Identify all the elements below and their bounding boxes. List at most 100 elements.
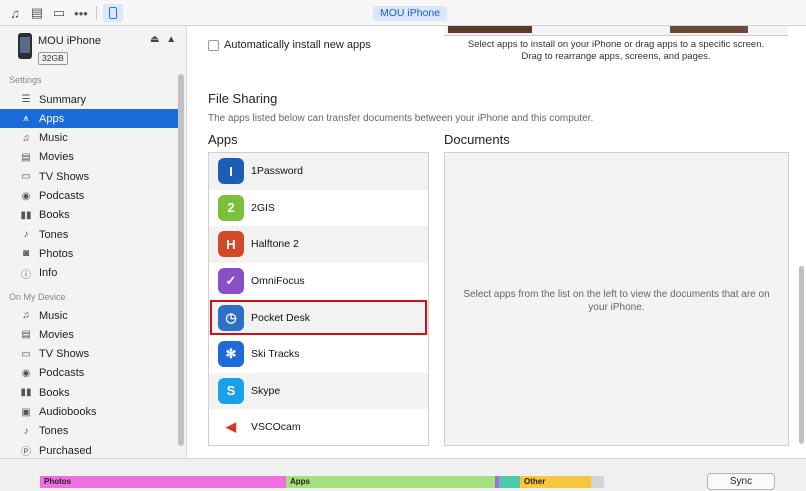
sidebar-item-photos[interactable]: ◙ Photos [0,244,178,263]
device-item-tv-shows[interactable]: ▭ TV Shows [0,345,178,364]
media-type-buttons: ♫ ▤ ▭ ••• [6,4,123,22]
bell-icon: ♪ [23,425,29,437]
storage-segment: Photos [40,476,286,488]
storage-bar: Photos Apps Other [40,476,604,488]
footer: Photos Apps Other Sync [0,458,806,491]
apps-column-header: Apps [208,132,238,147]
music-note-icon: ♫ [22,310,30,321]
home-screen-thumbnails[interactable] [444,26,788,36]
on-my-device-section-label: On My Device [9,292,66,302]
device-pill[interactable]: MOU iPhone [373,6,448,21]
screen-thumbnail[interactable] [448,26,532,33]
device-item-purchased[interactable]: Ⓟ Purchased [0,441,178,458]
sidebar-item-label: Info [39,267,58,280]
1password-icon: I [218,158,244,185]
auto-install-row[interactable]: Automatically install new apps [208,39,371,51]
music-note-icon[interactable]: ♫ [6,4,24,22]
app-name: OmniFocus [251,275,305,288]
books-icon: ▮▮ [20,387,32,399]
sidebar-item-music[interactable]: ♫ Music [0,129,178,148]
podcast-icon: ◉ [21,190,31,202]
sidebar-item-podcasts[interactable]: ◉ Podcasts [0,187,178,206]
sidebar-item-label: Music [39,132,68,145]
app-row-pocket-desk[interactable]: ◷ Pocket Desk [209,299,428,336]
device-header[interactable]: MOU iPhone 32GB ⏏ ▲ [0,26,186,70]
purchased-icon: Ⓟ [21,447,31,458]
app-row-ski-tracks[interactable]: ✻ Ski Tracks [209,336,428,373]
storage-segment: Other [520,476,591,488]
sidebar-item-label: Books [39,209,70,222]
device-item-tones[interactable]: ♪ Tones [0,422,178,441]
sidebar-item-apps[interactable]: ⩚ Apps [0,109,178,129]
sync-button[interactable]: Sync [707,473,775,490]
sidebar-scrollbar[interactable] [178,74,184,446]
device-item-podcasts[interactable]: ◉ Podcasts [0,364,178,383]
film-icon: ▤ [21,151,31,163]
app-row-vscocam[interactable]: ◀ VSCOcam [209,409,428,446]
audiobook-icon: ▣ [21,406,31,418]
sidebar-item-label: Podcasts [39,367,85,380]
auto-install-label: Automatically install new apps [224,39,371,51]
app-name: Skype [251,384,281,397]
device-item-music[interactable]: ♫ Music [0,306,178,325]
app-name: Ski Tracks [251,348,300,361]
capacity-badge: 32GB [38,52,68,65]
sidebar-item-label: Tones [39,228,69,241]
sidebar: MOU iPhone 32GB ⏏ ▲ Settings ☰ Summary ⩚ Ap… [0,26,187,458]
app-row-omnifocus[interactable]: ✓ OmniFocus [209,263,428,300]
sidebar-item-label: Summary [39,93,87,106]
sidebar-item-label: TV Shows [39,348,90,361]
tv-icon[interactable]: ▭ [50,4,68,22]
storage-segment: Apps [286,476,495,488]
sidebar-item-summary[interactable]: ☰ Summary [0,90,178,109]
2gis-icon: 2 [218,194,244,221]
device-item-movies[interactable]: ▤ Movies [0,325,178,344]
sidebar-item-tv-shows[interactable]: ▭ TV Shows [0,167,178,186]
documents-hint: Select apps from the list on the left to… [463,289,770,313]
sidebar-item-label: Podcasts [39,190,85,202]
tv-icon: ▭ [21,348,31,360]
main-scrollbar[interactable] [799,266,804,444]
app-row-skype[interactable]: S Skype [209,372,428,410]
sidebar-item-label: Movies [39,151,74,164]
info-icon: ⓘ [21,269,31,281]
sidebar-item-info[interactable]: ⓘ Info [0,264,178,283]
settings-section-label: Settings [9,75,42,85]
sidebar-item-label: Music [39,309,68,322]
podcast-icon: ◉ [21,367,31,379]
screen-thumbnail[interactable] [670,26,748,33]
sidebar-item-tones[interactable]: ♪ Tones [0,225,178,244]
tv-icon: ▭ [21,171,31,183]
sidebar-item-movies[interactable]: ▤ Movies [0,148,178,167]
music-note-icon: ♫ [22,132,30,144]
toolbar-divider [96,6,97,20]
eject-icon[interactable]: ⏏ ▲ [150,34,178,45]
documents-panel[interactable]: Select apps from the list on the left to… [444,152,789,446]
sidebar-item-label: TV Shows [39,170,90,183]
screens-hint-line2: Drag to rearrange apps, screens, and pag… [521,51,711,62]
vscocam-icon: ◀ [218,414,244,441]
device-name: MOU iPhone [38,35,101,47]
books-icon: ▮▮ [20,209,32,221]
app-row-1password[interactable]: I 1Password [209,153,428,190]
sidebar-item-label: Books [39,386,70,399]
file-sharing-title: File Sharing [208,91,278,106]
iphone-icon[interactable] [103,4,123,22]
storage-segment [499,476,520,488]
sidebar-item-books[interactable]: ▮▮ Books [0,206,178,225]
skype-icon: S [218,377,244,404]
film-icon[interactable]: ▤ [28,4,46,22]
more-icon[interactable]: ••• [72,4,90,22]
apps-icon: ⩚ [23,113,29,125]
auto-install-checkbox[interactable] [208,39,219,51]
documents-column-header: Documents [444,132,510,147]
screens-hint-line1: Select apps to install on your iPhone or… [467,39,765,50]
omnifocus-icon: ✓ [218,268,244,295]
app-row-halftone-2[interactable]: H Halftone 2 [209,226,428,263]
device-item-audiobooks[interactable]: ▣ Audiobooks [0,403,178,422]
sidebar-item-label: Purchased [39,444,92,457]
app-row-2gis[interactable]: 2 2GIS [209,190,428,227]
sidebar-item-label: Movies [39,328,74,341]
file-sharing-apps-list[interactable]: I 1Password 2 2GIS H Halftone 2 ✓ OmniFocus ◷ Poc… [208,152,429,446]
device-item-books[interactable]: ▮▮ Books [0,383,178,402]
